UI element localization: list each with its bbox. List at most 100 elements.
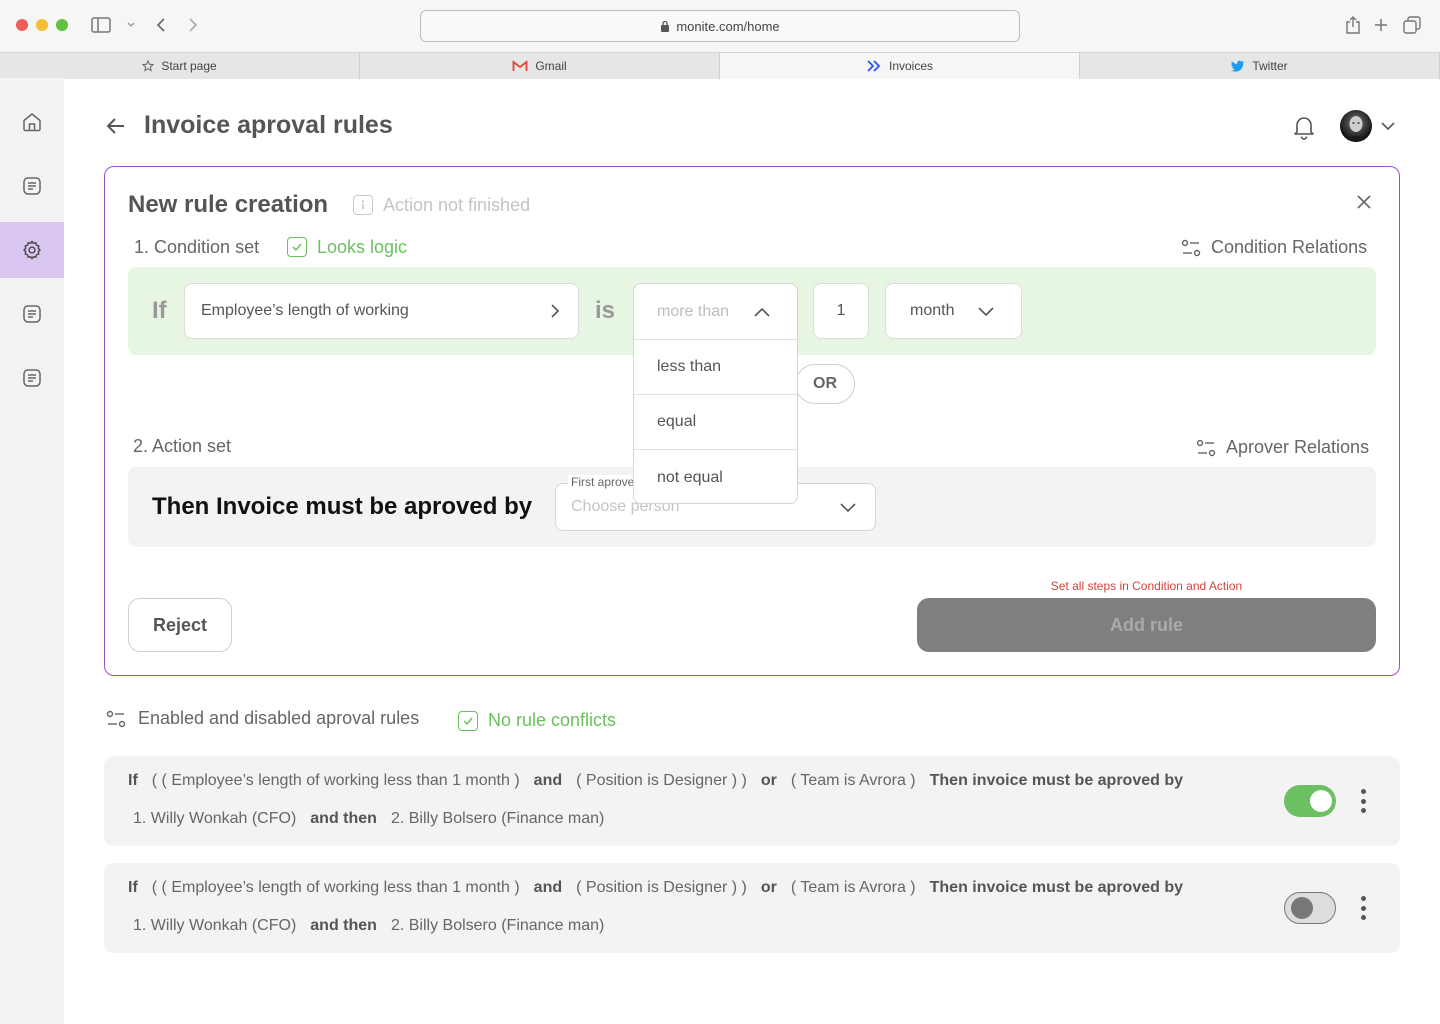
minimize-window-button[interactable]	[36, 19, 48, 31]
if-keyword: If	[152, 297, 167, 324]
tab-start-page[interactable]: Start page	[0, 53, 360, 79]
rule-condition: If ( ( Employee’s length of working less …	[128, 772, 1183, 790]
share-icon[interactable]	[1342, 14, 1364, 36]
check-icon	[458, 710, 478, 731]
rule-status-text: Action not finished	[383, 195, 531, 215]
condition-check-text: Looks logic	[317, 237, 408, 257]
rule-item: If ( ( Employee’s length of working less …	[104, 863, 1400, 953]
rule-clause: ( Team is Avrora )	[790, 772, 916, 789]
tab-twitter[interactable]: Twitter	[1080, 53, 1440, 79]
kebab-dot	[1360, 789, 1366, 794]
chevron-down-icon	[1381, 122, 1395, 131]
bell-icon	[1294, 117, 1314, 140]
chevron-down-icon[interactable]	[120, 14, 142, 36]
monite-icon	[867, 60, 881, 72]
sidebar-toggle-icon[interactable]	[90, 14, 112, 36]
condition-field-select[interactable]: Employee’s length of working	[184, 283, 579, 339]
back-button[interactable]	[104, 114, 128, 138]
operator-option-not-equal[interactable]: not equal	[634, 450, 797, 503]
rule-item: If ( ( Employee’s length of working less …	[104, 756, 1400, 846]
or-button[interactable]: OR	[795, 364, 855, 404]
lock-icon	[661, 20, 670, 32]
avatar[interactable]	[1340, 110, 1372, 142]
rule-if: If	[128, 879, 138, 896]
rule-and-then: and then	[310, 810, 377, 827]
rule-clause: ( Position is Designer ) )	[576, 772, 747, 789]
rule-then: Then invoice must be aproved by	[929, 772, 1184, 789]
back-icon[interactable]	[150, 14, 172, 36]
more-options-button[interactable]	[1358, 789, 1368, 813]
notifications-button[interactable]	[1292, 114, 1316, 140]
rules-heading-text: Enabled and disabled aproval rules	[138, 708, 420, 728]
tab-label: Start page	[161, 59, 217, 73]
tab-label: Gmail	[535, 59, 567, 73]
chevron-up-icon	[754, 307, 770, 317]
gmail-icon	[512, 60, 528, 71]
rule-aprovers: 1. Willy Wonkah (CFO) and then 2. Billy Bo…	[133, 810, 604, 828]
chevron-down-icon	[978, 307, 994, 317]
chevron-right-icon	[551, 304, 560, 318]
operator-option-equal[interactable]: equal	[634, 395, 797, 450]
is-keyword: is	[595, 297, 616, 324]
relations-icon	[1181, 239, 1201, 256]
condition-relations-button[interactable]: Condition Relations	[1181, 237, 1367, 258]
rule-and: and	[533, 772, 563, 789]
rule-clause: ( ( Employee’s length of working less th…	[151, 772, 520, 789]
address-bar[interactable]: monite.com/home	[420, 10, 1020, 42]
amount-input[interactable]: 1	[813, 283, 869, 339]
rule-conflicts-text: No rule conflicts	[488, 710, 617, 730]
browser-toolbar: monite.com/home	[0, 0, 1440, 52]
operator-option-less-than[interactable]: less than	[634, 340, 797, 395]
operator-dropdown[interactable]: more than less than equal not equal	[633, 283, 798, 504]
close-icon	[1357, 195, 1371, 209]
rule-or: or	[760, 879, 777, 896]
new-rule-card: New rule creation Action not finished 1.…	[104, 166, 1400, 676]
operator-select[interactable]: more than	[634, 284, 797, 340]
action-text: Then Invoice must be aproved by	[152, 493, 533, 520]
close-button[interactable]	[1353, 191, 1375, 213]
toggle-knob	[1291, 896, 1313, 919]
check-icon	[287, 237, 307, 257]
validation-hint: Set all steps in Condition and Action	[1050, 579, 1243, 593]
operator-selected: more than	[657, 302, 730, 320]
forward-icon[interactable]	[182, 14, 204, 36]
account-menu-button[interactable]	[1378, 116, 1398, 136]
add-rule-button[interactable]: Add rule	[917, 598, 1376, 652]
sidebar-item-settings[interactable]	[0, 222, 64, 278]
tab-gmail[interactable]: Gmail	[360, 53, 720, 79]
more-options-button[interactable]	[1358, 896, 1368, 920]
rule-clause: ( Team is Avrora )	[790, 879, 916, 896]
new-tab-icon[interactable]	[1370, 14, 1392, 36]
kebab-dot	[1360, 896, 1366, 901]
kebab-dot	[1360, 915, 1366, 920]
rule-condition: If ( ( Employee’s length of working less …	[128, 879, 1183, 897]
tab-invoices[interactable]: Invoices	[720, 53, 1080, 79]
rule-enable-toggle[interactable]	[1284, 785, 1336, 817]
rule-then: Then invoice must be aproved by	[929, 879, 1184, 896]
url-text: monite.com/home	[676, 18, 780, 34]
maximize-window-button[interactable]	[56, 19, 68, 31]
arrow-left-icon	[106, 118, 124, 134]
sidebar-item-files[interactable]	[0, 350, 64, 406]
document-icon	[23, 177, 41, 195]
amount-value: 1	[836, 302, 846, 319]
sidebar-item-documents[interactable]	[0, 158, 64, 214]
document-icon	[23, 305, 41, 323]
reject-button[interactable]: Reject	[128, 598, 232, 652]
sidebar-item-home[interactable]	[0, 94, 64, 150]
rule-aprover: 2. Billy Bolsero (Finance man)	[390, 917, 605, 934]
document-icon	[23, 369, 41, 387]
rule-aprover: 1. Willy Wonkah (CFO)	[133, 917, 297, 934]
close-window-button[interactable]	[16, 19, 28, 31]
relations-icon	[106, 710, 126, 727]
rule-conflicts-status: No rule conflicts	[458, 710, 616, 731]
rule-aprover: 2. Billy Bolsero (Finance man)	[390, 810, 605, 827]
rule-enable-toggle[interactable]	[1284, 892, 1336, 924]
gear-icon	[23, 240, 41, 260]
aprover-relations-button[interactable]: Aprover Relations	[1196, 437, 1369, 458]
rule-or: or	[760, 772, 777, 789]
unit-select[interactable]: month	[885, 283, 1022, 339]
chevron-down-icon	[840, 503, 856, 513]
sidebar-item-reports[interactable]	[0, 286, 64, 342]
tab-overview-icon[interactable]	[1401, 14, 1423, 36]
